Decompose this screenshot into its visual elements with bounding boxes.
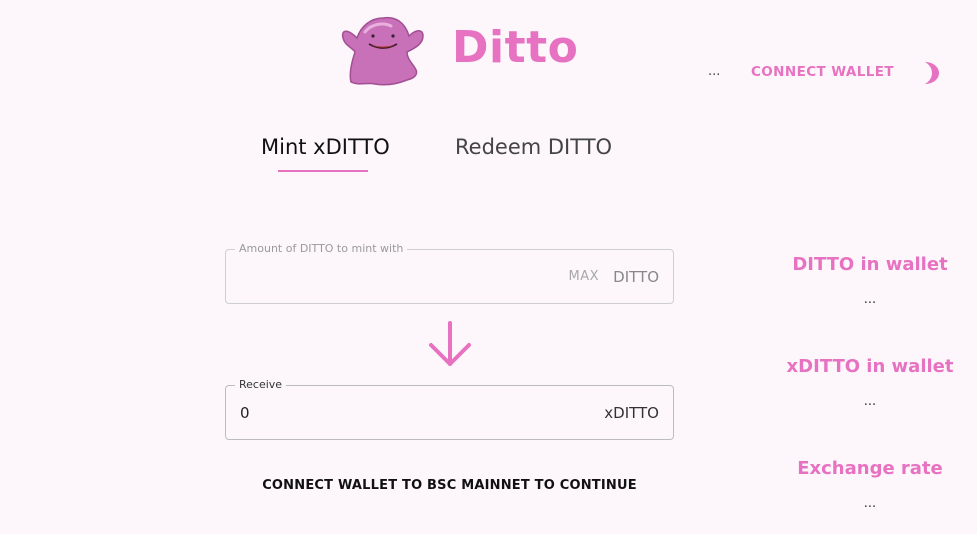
tab-mint[interactable]: Mint xDITTO — [261, 135, 390, 159]
tab-redeem[interactable]: Redeem DITTO — [455, 135, 612, 159]
ditto-logo-icon — [335, 8, 430, 90]
connect-wallet-button[interactable]: CONNECT WALLET — [743, 62, 902, 82]
xditto-in-wallet-value: ... — [863, 394, 877, 409]
receive-field: Receive 0 xDITTO — [225, 378, 674, 440]
exchange-rate-value: ... — [863, 496, 877, 511]
receive-field-label: Receive — [235, 378, 287, 392]
amount-field-label: Amount of DITTO to mint with — [235, 242, 408, 256]
ditto-in-wallet-label: DITTO in wallet — [792, 254, 948, 275]
amount-field: Amount of DITTO to mint with MAX DITTO — [225, 242, 674, 304]
receive-unit: xDITTO — [604, 404, 659, 422]
arrow-down-icon — [425, 320, 475, 370]
moon-icon[interactable] — [919, 60, 941, 86]
wallet-address-placeholder: ... — [708, 64, 721, 79]
active-tab-indicator — [278, 170, 368, 172]
connect-notice: CONNECT WALLET TO BSC MAINNET TO CONTINU… — [262, 478, 637, 493]
exchange-rate-label: Exchange rate — [797, 458, 943, 479]
xditto-in-wallet-label: xDITTO in wallet — [786, 356, 954, 377]
amount-unit: DITTO — [613, 268, 659, 286]
receive-value: 0 — [240, 404, 250, 422]
brand-title: Ditto — [452, 22, 579, 73]
max-button[interactable]: MAX — [568, 269, 599, 284]
amount-input[interactable] — [236, 266, 544, 288]
ditto-in-wallet-value: ... — [863, 292, 877, 307]
